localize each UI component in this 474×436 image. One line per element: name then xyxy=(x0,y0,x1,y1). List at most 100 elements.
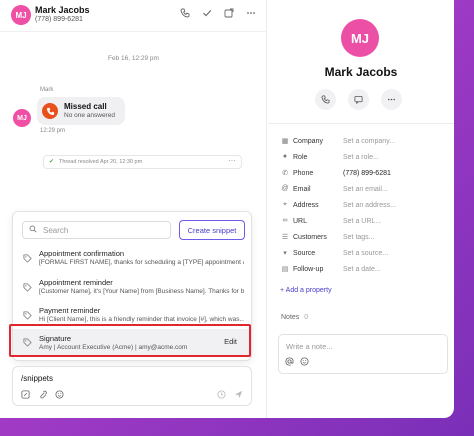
list-icon: ☰ xyxy=(281,234,289,241)
note-input[interactable]: Write a note... xyxy=(278,334,448,374)
note-placeholder: Write a note... xyxy=(286,342,333,351)
property-label: Follow-up xyxy=(293,266,324,273)
snippet-description: Amy | Account Executive (Acme) | amy@acm… xyxy=(39,344,188,351)
missed-call-message[interactable]: Missed call No one answered xyxy=(37,97,125,125)
notes-count: 0 xyxy=(304,314,309,321)
thread-status: ✔ Thread resolved Apr 20, 12:30 pm ··· xyxy=(43,155,242,169)
property-company[interactable]: ▦ Company Set a company... xyxy=(280,137,450,149)
contact-avatar[interactable]: MJ xyxy=(341,19,379,57)
snippet-description: Hi [Client Name], this is a friendly rem… xyxy=(39,316,244,323)
more-icon[interactable] xyxy=(245,7,257,19)
property-value[interactable]: Set tags... xyxy=(343,234,375,241)
more-icon xyxy=(387,98,396,101)
property-value[interactable]: Set an email... xyxy=(343,186,388,193)
search-icon xyxy=(29,225,37,235)
property-label: Address xyxy=(293,202,319,209)
emoji-icon[interactable] xyxy=(300,357,309,368)
property-source[interactable]: ▾ Source Set a source... xyxy=(280,249,450,261)
snippet-title: Signature xyxy=(39,334,72,343)
calendar-icon: ▤ xyxy=(281,266,289,273)
open-external-icon[interactable] xyxy=(223,7,235,19)
attachment-icon[interactable] xyxy=(38,390,47,401)
snippet-title: Appointment reminder xyxy=(39,278,113,287)
snippet-title: Payment reminder xyxy=(39,306,101,315)
schedule-icon[interactable] xyxy=(217,390,226,401)
divider xyxy=(268,123,454,124)
property-label: Role xyxy=(293,154,308,161)
property-value[interactable]: Set a role... xyxy=(343,154,379,161)
property-customers[interactable]: ☰ Customers Set tags... xyxy=(280,233,450,245)
missed-call-icon xyxy=(42,103,58,119)
notes-header: Notes 0 xyxy=(281,314,308,321)
conversation-pane: MJ Mark Jacobs (778) 899-6281 Feb 16, 12… xyxy=(0,0,267,418)
mention-icon[interactable] xyxy=(285,357,294,368)
property-value[interactable]: Set a URL... xyxy=(343,218,381,225)
snippet-search-input[interactable]: Search xyxy=(22,221,171,239)
phone-icon[interactable] xyxy=(179,7,191,19)
message-composer[interactable]: /snippets xyxy=(12,366,252,406)
conversation-header: MJ Mark Jacobs (778) 899-6281 xyxy=(0,0,267,32)
tag-icon xyxy=(23,311,32,322)
property-value[interactable]: Set a date... xyxy=(343,266,381,273)
snippets-popup: Search Create snippet Appointment confir… xyxy=(12,211,252,361)
property-value[interactable]: Set a source... xyxy=(343,250,388,257)
snippet-item-selected[interactable]: Signature Amy | Account Executive (Acme)… xyxy=(13,329,251,357)
dropdown-icon: ▾ xyxy=(283,250,287,257)
avatar: MJ xyxy=(13,109,31,127)
add-property-button[interactable]: + Add a property xyxy=(280,287,332,294)
call-subtitle: No one answered xyxy=(64,112,115,119)
property-phone[interactable]: ✆ Phone (778) 899-6281 xyxy=(280,169,450,181)
contact-name[interactable]: Mark Jacobs xyxy=(268,65,454,79)
check-icon: ✔ xyxy=(49,159,55,165)
link-icon: ∞ xyxy=(282,217,288,224)
composer-input[interactable]: /snippets xyxy=(21,374,53,383)
edit-snippet-button[interactable]: Edit xyxy=(224,337,237,346)
property-label: Phone xyxy=(293,170,314,177)
message-time: 12:29 pm xyxy=(40,128,66,134)
person-icon: ● xyxy=(282,153,288,160)
snippet-item[interactable]: Payment reminder Hi [Client Name], this … xyxy=(13,304,251,330)
call-title: Missed call xyxy=(64,102,107,111)
message-button[interactable] xyxy=(348,89,369,110)
emoji-icon[interactable] xyxy=(55,390,64,401)
search-placeholder: Search xyxy=(43,226,69,235)
tag-icon xyxy=(23,338,32,349)
checkmark-icon[interactable] xyxy=(201,7,213,19)
property-value[interactable]: Set an address... xyxy=(343,202,396,209)
tag-icon xyxy=(23,254,32,265)
snippet-item[interactable]: Appointment reminder [Customer Name], it… xyxy=(13,276,251,302)
snippet-description: [FORMAL FIRST NAME], thanks for scheduli… xyxy=(39,259,244,266)
property-role[interactable]: ● Role Set a role... xyxy=(280,153,450,165)
property-email[interactable]: @ Email Set an email... xyxy=(280,185,450,197)
property-value[interactable]: Set a company... xyxy=(343,138,395,145)
snippet-description: [Customer Name], it's [Your Name] from [… xyxy=(39,288,244,295)
more-button[interactable] xyxy=(381,89,402,110)
create-snippet-button[interactable]: Create snippet xyxy=(179,220,245,240)
phone-icon xyxy=(321,95,330,104)
phone-icon: ✆ xyxy=(282,170,288,177)
send-icon[interactable] xyxy=(234,390,243,401)
chat-icon xyxy=(354,95,363,104)
call-button[interactable] xyxy=(315,89,336,110)
app-window: MJ Mark Jacobs (778) 899-6281 Feb 16, 12… xyxy=(0,0,454,418)
property-label: Customers xyxy=(293,234,327,241)
property-label: Source xyxy=(293,250,316,257)
property-label: Email xyxy=(293,186,311,193)
property-follow-up[interactable]: ▤ Follow-up Set a date... xyxy=(280,265,450,277)
building-icon: ▦ xyxy=(281,138,289,145)
contact-name[interactable]: Mark Jacobs xyxy=(35,5,90,15)
property-label: Company xyxy=(293,138,323,145)
snippet-title: Appointment confirmation xyxy=(39,249,125,258)
contact-phone: (778) 899-6281 xyxy=(35,16,83,23)
property-address[interactable]: ⌖ Address Set an address... xyxy=(280,201,450,213)
at-icon: @ xyxy=(281,185,289,192)
thread-status-text: Thread resolved Apr 20, 12:30 pm xyxy=(59,159,143,165)
snippet-item[interactable]: Appointment confirmation [FORMAL FIRST N… xyxy=(13,247,251,273)
snippet-icon[interactable] xyxy=(21,390,30,401)
location-icon: ⌖ xyxy=(283,201,287,208)
property-url[interactable]: ∞ URL Set a URL... xyxy=(280,217,450,229)
more-icon[interactable]: ··· xyxy=(228,156,236,165)
property-value[interactable]: (778) 899-6281 xyxy=(343,170,391,177)
avatar[interactable]: MJ xyxy=(11,5,31,25)
message-sender: Mark xyxy=(40,87,54,93)
